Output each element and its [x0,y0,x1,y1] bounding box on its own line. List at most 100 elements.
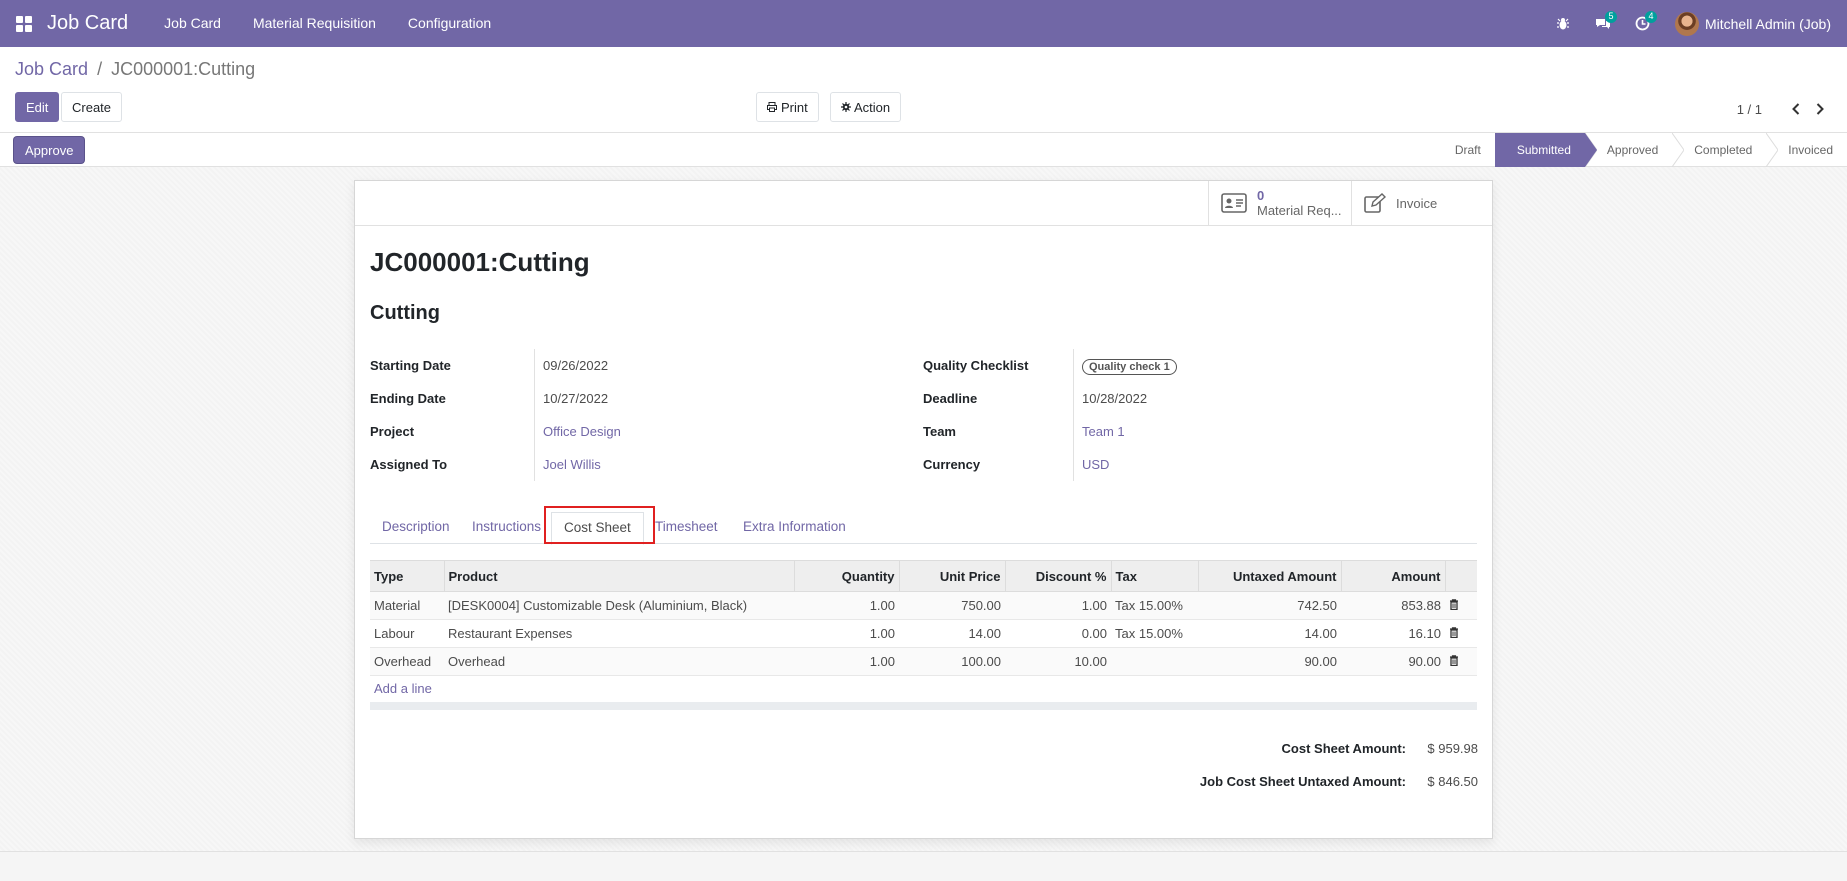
col-product[interactable]: Product [444,560,795,592]
menu-material-requisition[interactable]: Material Requisition [237,0,392,47]
stage-label: Submitted [1516,143,1571,157]
approve-button[interactable]: Approve [14,137,85,163]
cell-tax: Tax 15.00% [1111,591,1198,620]
field-assigned-to: Assigned To Joel Willis [370,448,910,481]
table-row[interactable]: Overhead Overhead 1.00 100.00 10.00 90.0… [370,647,1477,676]
debug-bug-icon[interactable] [1543,0,1583,47]
user-menu[interactable]: Mitchell Admin (Job) [1663,0,1847,47]
cell-discount: 1.00 [1005,591,1111,620]
menu-job-card[interactable]: Job Card [148,0,237,47]
create-button[interactable]: Create [61,92,123,122]
cell-type: Material [370,591,444,620]
team-link[interactable]: Team 1 [1082,424,1125,439]
tab-description[interactable]: Description [370,512,462,544]
cell-quantity: 1.00 [794,647,899,676]
table-footer [370,702,1477,710]
stage-approved[interactable]: Approved [1584,133,1672,167]
cost-sheet-amount-row: Cost Sheet Amount: $ 959.98 [1282,738,1478,758]
col-unit-price[interactable]: Unit Price [899,560,1006,592]
cell-quantity: 1.00 [794,591,899,620]
cell-tax: Tax 15.00% [1111,619,1198,648]
messages-icon[interactable]: 5 [1583,0,1623,47]
form-sheet: 0 Material Req... Invoice JC000001:Cutti… [354,180,1493,839]
stage-draft[interactable]: Draft [1441,133,1495,167]
col-discount[interactable]: Discount % [1005,560,1112,592]
tab-instructions[interactable]: Instructions [460,512,553,544]
tab-extra-information[interactable]: Extra Information [731,512,858,544]
trash-icon[interactable] [1445,591,1477,620]
cell-product: Overhead [444,647,794,676]
smart-button-box: 0 Material Req... Invoice [355,181,1492,226]
record-subtitle: Cutting [370,302,440,324]
col-tax[interactable]: Tax [1111,560,1199,592]
col-quantity[interactable]: Quantity [794,560,900,592]
trash-icon[interactable] [1445,619,1477,648]
print-label: Print [781,99,808,115]
invoice-label: Invoice [1396,195,1438,211]
field-ending-date: Ending Date 10/27/2022 [370,382,910,415]
field-label: Assigned To [370,457,448,472]
apps-menu-icon[interactable] [0,0,47,47]
material-label: Material Req... [1257,203,1342,218]
stage-invoiced[interactable]: Invoiced [1766,133,1847,167]
col-untaxed-amount[interactable]: Untaxed Amount [1198,560,1342,592]
tab-cost-sheet[interactable]: Cost Sheet [551,512,644,545]
add-a-line-link[interactable]: Add a line [374,681,432,696]
field-label: Project [370,424,415,439]
print-button[interactable]: Print [756,92,819,122]
trash-icon[interactable] [1445,647,1477,676]
cell-discount: 10.00 [1005,647,1111,676]
notebook-tabs: Description Instructions Cost Sheet Time… [370,506,1477,545]
action-label: Action [854,99,891,115]
stage-chevron-icon [1672,133,1685,167]
menu-configuration[interactable]: Configuration [392,0,507,47]
stage-submitted[interactable]: Submitted [1494,133,1597,167]
id-card-icon [1221,193,1247,213]
chevron-left-icon[interactable] [1784,97,1808,121]
cell-unit-price: 750.00 [899,591,1005,620]
table-header-row: Type Product Quantity Unit Price Discoun… [370,560,1477,592]
field-project: Project Office Design [370,415,910,448]
edit-pencil-icon [1364,193,1386,213]
invoice-smart-button[interactable]: Invoice [1351,181,1492,225]
col-amount[interactable]: Amount [1341,560,1446,592]
stage-pipeline: Draft Submitted Approved Completed Invoi… [1441,133,1847,167]
chevron-right-icon[interactable] [1808,97,1832,121]
starting-date-value[interactable]: 09/26/2022 [543,358,608,373]
table-row[interactable]: Material [DESK0004] Customizable Desk (A… [370,591,1477,620]
field-quality-checklist: Quality Checklist Quality check 1 [923,349,1463,382]
app-brand[interactable]: Job Card [47,0,128,47]
project-link[interactable]: Office Design [543,424,621,439]
col-actions [1445,560,1477,592]
tab-timesheet[interactable]: Timesheet [643,512,730,544]
user-name: Mitchell Admin (Job) [1704,15,1831,32]
stage-completed[interactable]: Completed [1672,133,1766,167]
cell-untaxed: 14.00 [1198,619,1341,648]
ending-date-value[interactable]: 10/27/2022 [543,391,608,406]
table-row[interactable]: Labour Restaurant Expenses 1.00 14.00 0.… [370,619,1477,648]
quality-check-tag[interactable]: Quality check 1 [1082,359,1177,375]
edit-button[interactable]: Edit [15,92,60,122]
activity-clock-icon[interactable]: 4 [1623,0,1663,47]
action-button[interactable]: Action [830,92,902,122]
breadcrumb-parent-link[interactable]: Job Card [15,59,88,79]
col-type[interactable]: Type [370,560,445,592]
cell-tax [1111,647,1198,676]
stage-label: Invoiced [1788,143,1833,157]
field-label: Ending Date [370,391,446,406]
control-panel: Job Card / JC000001:Cutting Edit Create … [0,47,1847,133]
cell-product: Restaurant Expenses [444,619,794,648]
stage-chevron-icon [1766,133,1779,167]
untaxed-amount-value: $ 846.50 [1427,773,1478,789]
cost-sheet-amount-label: Cost Sheet Amount: [1281,740,1406,756]
breadcrumb: Job Card / JC000001:Cutting [15,59,255,80]
currency-link[interactable]: USD [1082,457,1109,472]
untaxed-amount-row: Job Cost Sheet Untaxed Amount: $ 846.50 [1200,771,1478,791]
material-requisition-smart-button[interactable]: 0 Material Req... [1208,181,1351,225]
cell-unit-price: 14.00 [899,619,1005,648]
pager-value[interactable]: 1 / 1 [1737,102,1762,117]
assigned-to-link[interactable]: Joel Willis [543,457,601,472]
deadline-value[interactable]: 10/28/2022 [1082,391,1147,406]
stage-label: Completed [1694,143,1753,157]
field-label: Team [923,424,956,439]
